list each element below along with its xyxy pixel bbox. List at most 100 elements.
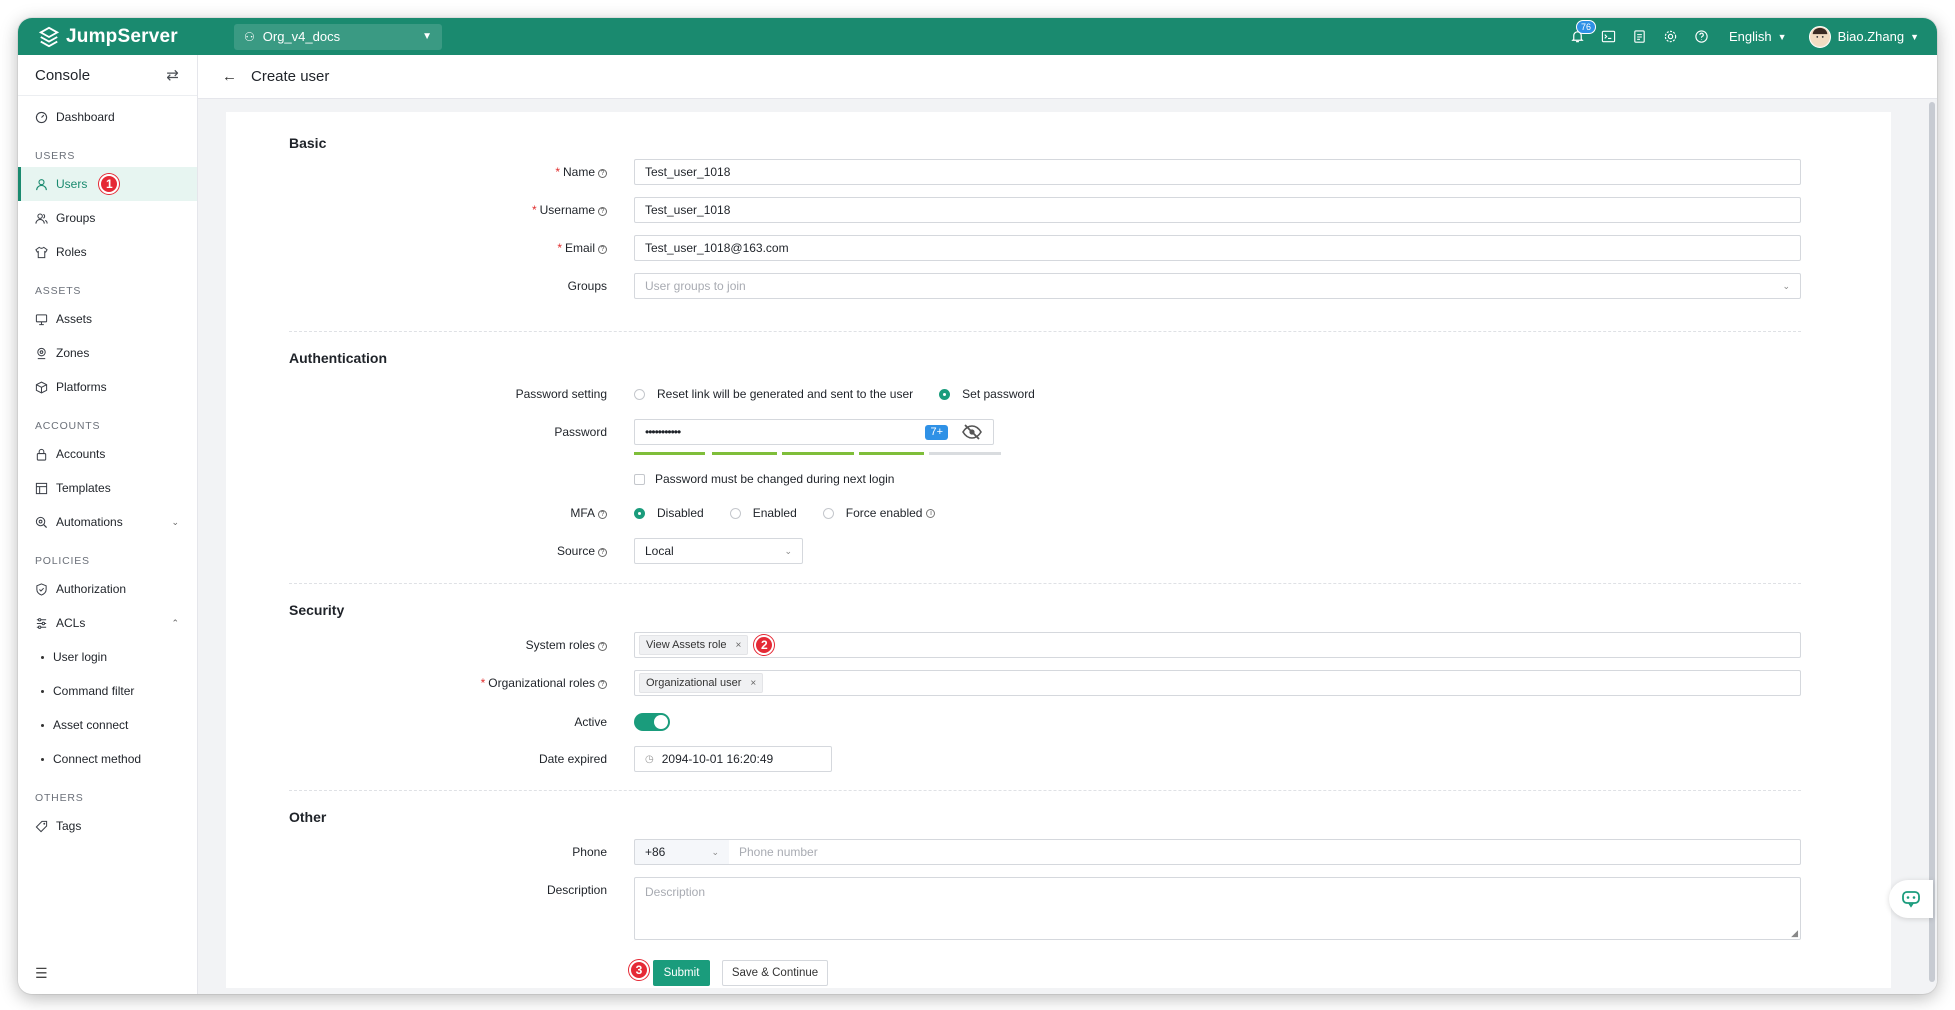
radio-mfa-enabled[interactable]: Enabled <box>729 506 797 520</box>
phone-placeholder: Phone number <box>739 845 818 859</box>
help-icon[interactable]: ? <box>598 642 607 651</box>
nav-group-policies: POLICIES <box>35 555 90 567</box>
help-button[interactable] <box>1686 18 1717 55</box>
close-icon[interactable]: × <box>750 678 756 689</box>
eye-off-icon[interactable] <box>962 424 982 443</box>
radio-mfa-disabled[interactable]: Disabled <box>634 506 704 520</box>
section-title-authentication: Authentication <box>289 350 387 366</box>
acl-icon <box>35 617 48 630</box>
help-icon <box>1695 30 1708 43</box>
org-roles-select[interactable]: Organizational user × <box>634 670 1801 696</box>
email-input[interactable]: Test_user_1018@163.com <box>634 235 1801 261</box>
help-icon[interactable]: ? <box>598 680 607 689</box>
sidebar-item-zones[interactable]: Zones <box>18 336 197 370</box>
username-input[interactable]: Test_user_1018 <box>634 197 1801 223</box>
radio-reset-link[interactable]: Reset link will be generated and sent to… <box>634 387 913 401</box>
password-strength-bar-3 <box>782 452 854 455</box>
password-setting-row: Password setting Reset link will be gene… <box>226 381 1891 407</box>
password-value: ••••••••••• <box>645 425 681 439</box>
sidebar-item-roles[interactable]: Roles <box>18 235 197 269</box>
settings-button[interactable] <box>1655 18 1686 55</box>
org-icon: ⚇ <box>244 29 255 44</box>
notifications-button[interactable]: 76 <box>1562 18 1597 55</box>
submit-button[interactable]: Submit <box>653 960 710 986</box>
active-toggle[interactable] <box>634 713 670 731</box>
sidebar-item-authorization[interactable]: Authorization <box>18 572 197 606</box>
must-change-label: Password must be changed during next log… <box>655 472 895 486</box>
org-selector[interactable]: ⚇ Org_v4_docs ▼ <box>234 23 442 50</box>
active-row: Active <box>226 709 1891 735</box>
section-title-basic: Basic <box>289 135 327 151</box>
info-icon[interactable]: i <box>926 508 936 518</box>
sidebar-item-connect-method[interactable]: Connect method <box>18 742 197 776</box>
bullet-icon <box>41 689 44 693</box>
must-change-checkbox[interactable]: Password must be changed during next log… <box>634 472 894 486</box>
name-input[interactable]: Test_user_1018 <box>634 159 1801 185</box>
radio-label: Set password <box>962 387 1035 401</box>
user-name: Biao.Zhang <box>1837 29 1905 44</box>
language-selector[interactable]: English ▼ <box>1729 29 1787 44</box>
radio-circle <box>822 507 834 519</box>
sidebar-item-assets[interactable]: Assets <box>18 302 197 336</box>
sidebar-item-users[interactable]: Users 1 <box>18 167 197 201</box>
phone-code-select[interactable]: +86 ⌄ <box>634 839 730 865</box>
sidebar-item-user-login[interactable]: User login <box>18 640 197 674</box>
name-label: * Name? <box>226 165 607 179</box>
web-terminal-button[interactable] <box>1593 18 1624 55</box>
chevron-down-icon: ▼ <box>1910 31 1919 42</box>
sidebar-item-acls[interactable]: ACLs ⌃ <box>18 606 197 640</box>
sidebar-item-accounts[interactable]: Accounts <box>18 437 197 471</box>
sidebar-item-dashboard[interactable]: Dashboard <box>18 100 197 134</box>
active-label: Active <box>574 715 607 729</box>
sidebar-item-label: ACLs <box>56 616 86 630</box>
groups-select[interactable]: User groups to join ⌄ <box>634 273 1801 299</box>
clock-icon: ◷ <box>645 753 654 765</box>
sidebar-item-platforms[interactable]: Platforms <box>18 370 197 404</box>
chat-assistant-button[interactable] <box>1889 880 1933 918</box>
top-bar: JumpServer ⚇ Org_v4_docs ▼ 76 English ▼ … <box>18 18 1937 55</box>
phone-code-value: +86 <box>645 845 666 859</box>
nav-group-users: USERS <box>35 150 76 162</box>
help-icon[interactable]: ? <box>598 245 607 254</box>
radio-mfa-force[interactable]: Force enabled i <box>822 506 936 520</box>
radio-set-password[interactable]: Set password <box>939 387 1035 401</box>
phone-number-input[interactable]: Phone number <box>729 839 1801 865</box>
sidebar-item-automations[interactable]: Automations ⌄ <box>18 505 197 539</box>
collapse-sidebar-icon[interactable]: ☰ <box>35 965 48 982</box>
help-icon[interactable]: ? <box>598 548 607 557</box>
source-select[interactable]: Local ⌄ <box>634 538 803 564</box>
sidebar-item-groups[interactable]: Groups <box>18 201 197 235</box>
description-textarea[interactable]: Description ◢ <box>634 877 1801 940</box>
sidebar-item-tags[interactable]: Tags <box>18 809 197 843</box>
role-tag: Organizational user × <box>639 673 764 693</box>
password-input[interactable]: ••••••••••• 7+ <box>634 419 994 445</box>
help-icon[interactable]: ? <box>598 207 607 216</box>
switch-view-icon[interactable]: ⇄ <box>166 66 179 84</box>
sidebar-item-templates[interactable]: Templates <box>18 471 197 505</box>
user-menu[interactable]: Biao.Zhang ▼ <box>1808 25 1919 48</box>
source-label-text: Source <box>556 544 595 558</box>
date-expired-input[interactable]: ◷ 2094-10-01 16:20:49 <box>634 746 832 772</box>
system-roles-select[interactable]: View Assets role × 2 <box>634 632 1801 658</box>
console-title: Console <box>35 66 91 84</box>
sidebar-item-label: Asset connect <box>53 718 129 732</box>
help-icon[interactable]: ? <box>598 169 607 178</box>
logo[interactable]: JumpServer <box>38 26 218 48</box>
resize-handle-icon[interactable]: ◢ <box>1791 928 1798 939</box>
console-header: Console ⇄ <box>18 55 197 96</box>
back-arrow-icon[interactable]: ← <box>222 68 237 85</box>
help-icon[interactable]: ? <box>598 510 607 519</box>
automation-icon <box>35 516 48 529</box>
save-continue-button[interactable]: Save & Continue <box>722 960 828 986</box>
email-value: Test_user_1018@163.com <box>645 241 789 255</box>
sidebar-item-asset-connect[interactable]: Asset connect <box>18 708 197 742</box>
tag-icon <box>35 820 48 833</box>
sidebar-item-command-filter[interactable]: Command filter <box>18 674 197 708</box>
password-setting-radio-group: Reset link will be generated and sent to… <box>634 387 1061 401</box>
sidebar-item-label: Roles <box>56 245 87 259</box>
role-tag-label: View Assets role <box>646 639 727 651</box>
close-icon[interactable]: × <box>736 640 742 651</box>
tickets-button[interactable] <box>1624 18 1655 55</box>
sidebar-item-label: Authorization <box>56 582 127 596</box>
scrollbar-thumb[interactable] <box>1929 102 1935 982</box>
